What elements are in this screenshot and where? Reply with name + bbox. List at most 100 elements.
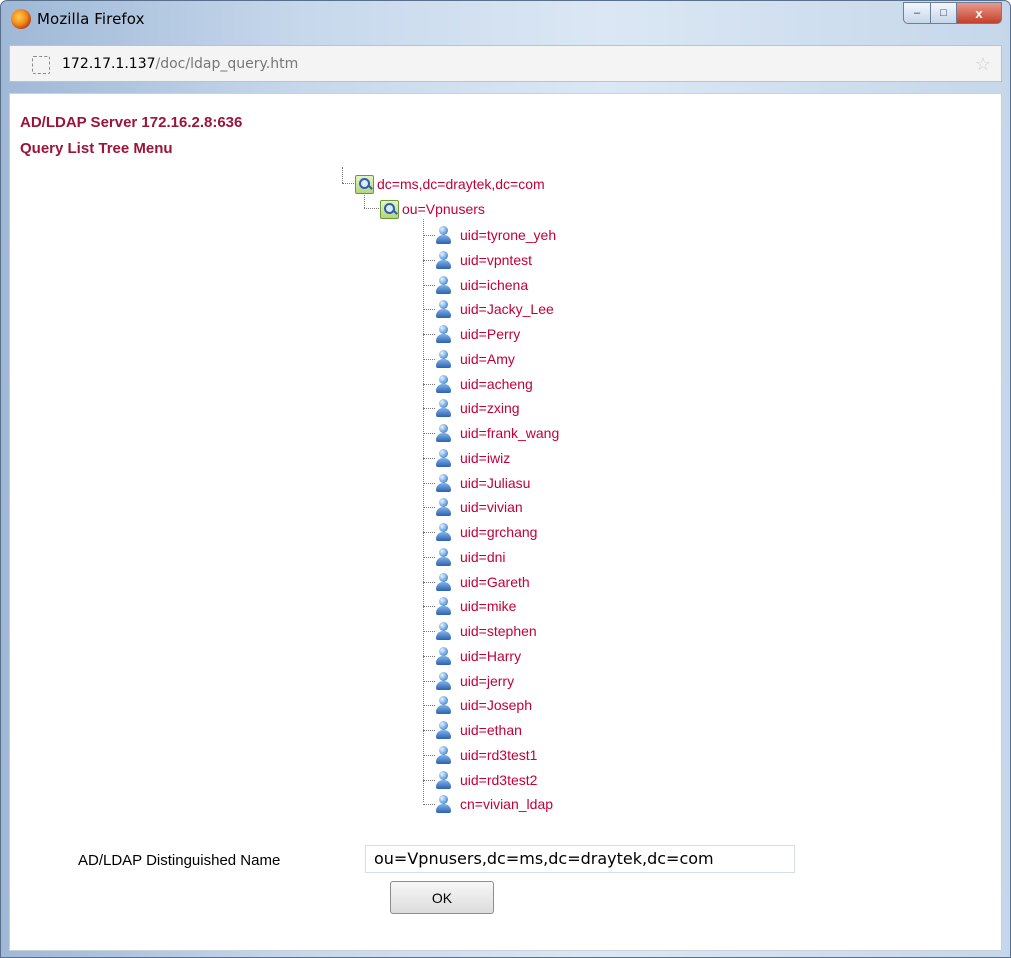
user-icon-body <box>436 433 451 442</box>
user-icon-head <box>439 350 448 359</box>
page-content: AD/LDAP Server 172.16.2.8:636 Query List… <box>9 93 1002 951</box>
tree-connector <box>423 656 435 657</box>
dn-label: AD/LDAP Distinguished Name <box>78 852 281 869</box>
window-title: Mozilla Firefox <box>37 10 145 28</box>
url-path: /doc/ldap_query.htm <box>155 56 299 72</box>
user-icon-body <box>436 507 451 516</box>
user-icon-body <box>436 532 451 541</box>
user-icon <box>436 226 451 244</box>
title-bar: Mozilla Firefox – □ x <box>1 1 1010 37</box>
maximize-button[interactable]: □ <box>931 2 957 24</box>
tree-connector <box>423 557 435 558</box>
tree-entry-label[interactable]: uid=frank_wang <box>460 423 559 443</box>
tree-entry-label[interactable]: uid=dni <box>460 547 506 567</box>
url-text[interactable]: 172.17.1.137/doc/ldap_query.htm <box>62 56 298 72</box>
tree-entry-label[interactable]: uid=grchang <box>460 522 537 542</box>
user-icon <box>436 721 451 739</box>
user-icon <box>436 795 451 813</box>
user-icon <box>436 399 451 417</box>
user-icon-head <box>439 573 448 582</box>
user-icon <box>436 276 451 294</box>
user-icon <box>436 696 451 714</box>
tree-connector <box>423 235 435 236</box>
tree-connector <box>423 309 435 310</box>
tree-entry-label[interactable]: uid=Amy <box>460 349 515 369</box>
dn-input[interactable]: ou=Vpnusers,dc=ms,dc=draytek,dc=com <box>365 845 795 873</box>
tree-connector <box>423 532 435 533</box>
tree-connector <box>364 208 379 209</box>
user-icon <box>436 622 451 640</box>
user-icon-head <box>439 746 448 755</box>
tree-connector <box>423 359 435 360</box>
tree-node-label[interactable]: ou=Vpnusers <box>402 199 485 219</box>
user-icon <box>436 746 451 764</box>
user-icon-body <box>436 458 451 467</box>
tree-entry-label[interactable]: uid=Gareth <box>460 572 530 592</box>
close-button[interactable]: x <box>957 2 1002 24</box>
tree-entry-label[interactable]: uid=Joseph <box>460 695 532 715</box>
tree-connector <box>342 167 343 183</box>
user-icon <box>436 449 451 467</box>
browser-window: Mozilla Firefox – □ x 172.17.1.137/doc/l… <box>0 0 1011 958</box>
tree-entry-label[interactable]: uid=tyrone_yeh <box>460 225 556 245</box>
tree-entry-label[interactable]: uid=jerry <box>460 671 514 691</box>
tree-connector <box>423 219 424 802</box>
tree-entry-label[interactable]: uid=zxing <box>460 398 520 418</box>
tree-entry-label[interactable]: uid=rd3test1 <box>460 745 537 765</box>
server-heading: AD/LDAP Server 172.16.2.8:636 <box>20 114 243 131</box>
user-icon <box>436 597 451 615</box>
search-folder-icon <box>380 200 399 219</box>
tree-entry-label[interactable]: uid=vivian <box>460 497 523 517</box>
tree-connector <box>423 285 435 286</box>
tree-connector <box>423 606 435 607</box>
tree-connector <box>423 483 435 484</box>
tree-entry-label[interactable]: uid=Jacky_Lee <box>460 299 554 319</box>
tree-entry-label[interactable]: uid=ethan <box>460 720 522 740</box>
tree-entry-label[interactable]: uid=Juliasu <box>460 473 530 493</box>
user-icon-body <box>436 582 451 591</box>
tree-entry-label[interactable]: uid=stephen <box>460 621 537 641</box>
user-icon-body <box>436 483 451 492</box>
address-bar[interactable]: 172.17.1.137/doc/ldap_query.htm ☆ <box>9 45 1002 82</box>
user-icon-head <box>439 647 448 656</box>
user-icon-head <box>439 548 448 557</box>
user-icon-head <box>439 325 448 334</box>
tree-entry-label[interactable]: uid=ichena <box>460 275 528 295</box>
tree-entry-label[interactable]: uid=mike <box>460 596 516 616</box>
tree-connector <box>423 755 435 756</box>
tree-entry-label[interactable]: uid=iwiz <box>460 448 510 468</box>
tree-connector <box>423 433 435 434</box>
user-icon <box>436 672 451 690</box>
tree-entry-label[interactable]: uid=rd3test2 <box>460 770 537 790</box>
user-icon-body <box>436 334 451 343</box>
user-icon-body <box>436 681 451 690</box>
user-icon-head <box>439 474 448 483</box>
tree-entry-label[interactable]: uid=Harry <box>460 646 521 666</box>
tree-connector <box>342 183 354 184</box>
user-icon-body <box>436 408 451 417</box>
tree-entry-label[interactable]: cn=vivian_ldap <box>460 794 553 814</box>
tree-entry-label[interactable]: uid=acheng <box>460 374 533 394</box>
minimize-button[interactable]: – <box>903 2 931 24</box>
user-icon-body <box>436 557 451 566</box>
tree-node-label[interactable]: dc=ms,dc=draytek,dc=com <box>377 174 545 194</box>
ok-button[interactable]: OK <box>390 881 494 914</box>
bookmark-star-icon[interactable]: ☆ <box>975 54 991 75</box>
tree-connector <box>423 507 435 508</box>
tree-connector <box>423 458 435 459</box>
user-icon-body <box>436 260 451 269</box>
tree-connector <box>423 631 435 632</box>
user-icon-head <box>439 375 448 384</box>
user-icon <box>436 251 451 269</box>
user-icon-head <box>439 498 448 507</box>
tree-connector <box>423 260 435 261</box>
tree-connector <box>423 582 435 583</box>
user-icon-head <box>439 672 448 681</box>
tree-entry-label[interactable]: uid=vpntest <box>460 250 532 270</box>
user-icon-body <box>436 359 451 368</box>
user-icon-body <box>436 705 451 714</box>
user-icon-head <box>439 523 448 532</box>
user-icon <box>436 325 451 343</box>
tree-entry-label[interactable]: uid=Perry <box>460 324 520 344</box>
window-controls: – □ x <box>903 2 1002 24</box>
